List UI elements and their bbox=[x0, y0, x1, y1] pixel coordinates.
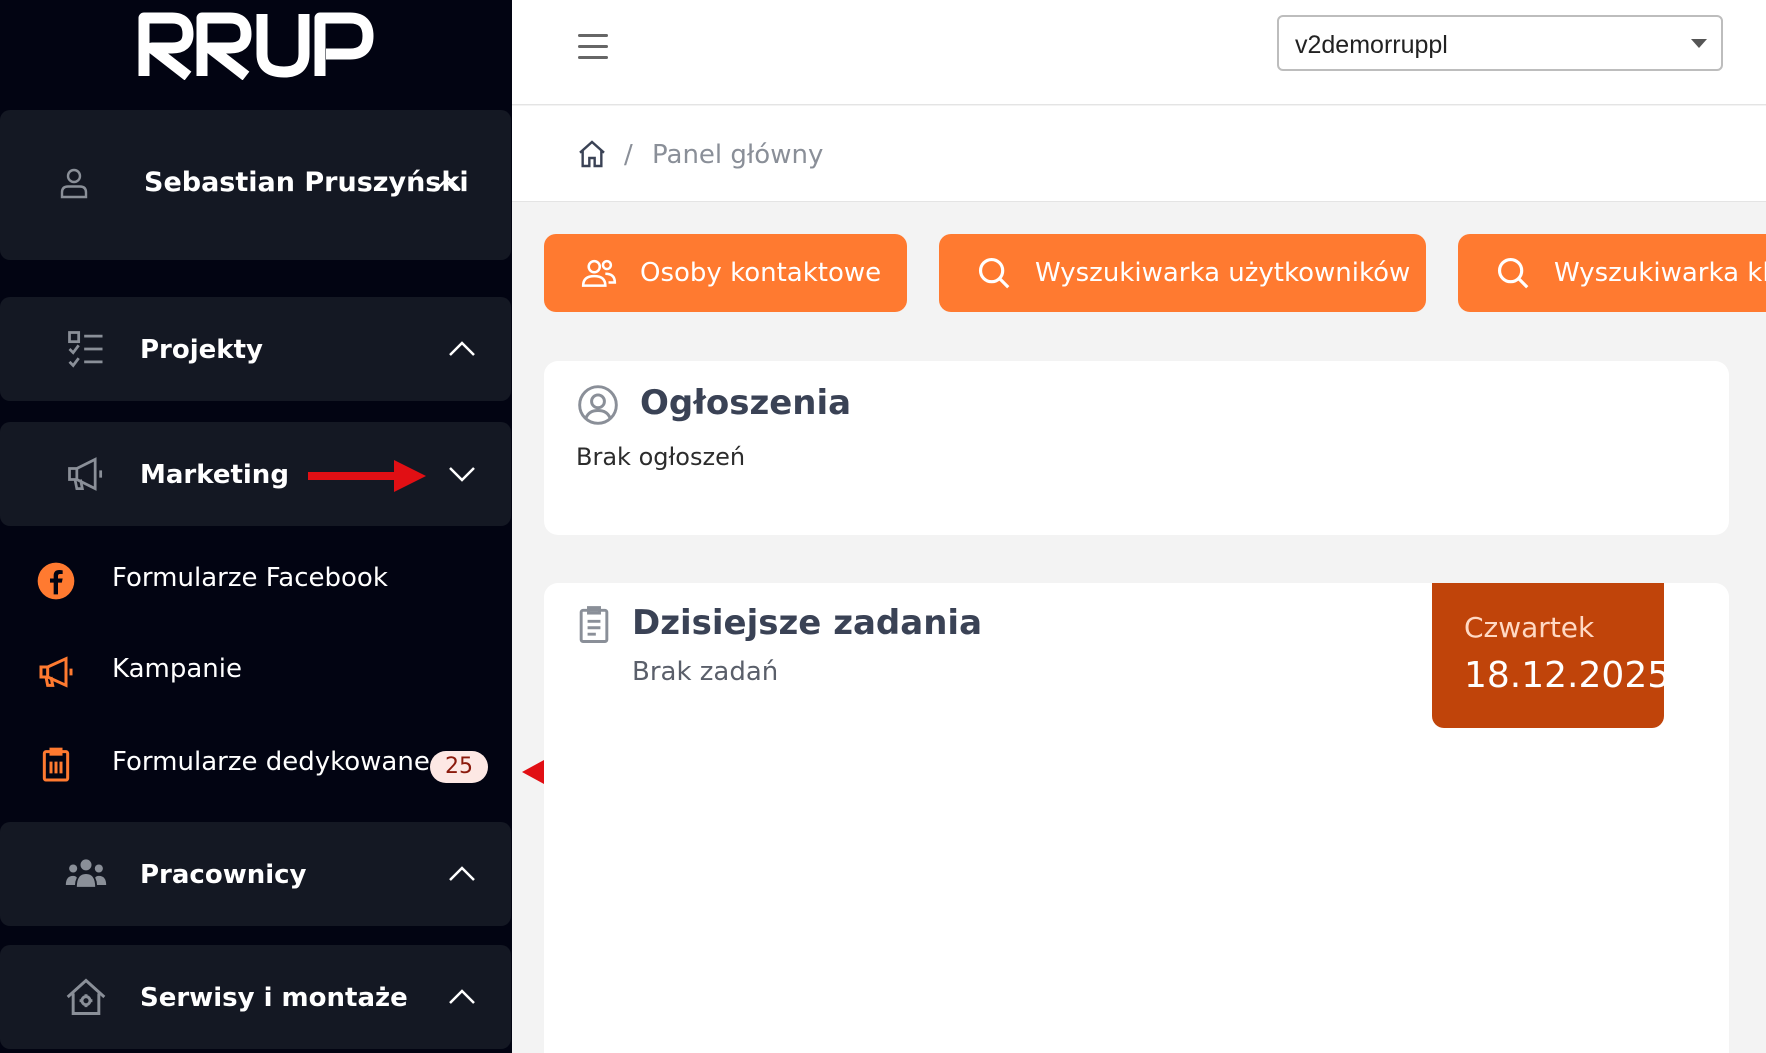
announcements-empty-text: Brak ogłoszeń bbox=[576, 443, 746, 471]
user-panel[interactable]: Sebastian Pruszyński bbox=[0, 110, 511, 260]
sidebar-item-label: Kampanie bbox=[112, 654, 242, 684]
tasks-title: Dzisiejsze zadania bbox=[632, 603, 983, 643]
tasks-card: Dzisiejsze zadania Brak zadań Czwartek 1… bbox=[544, 583, 1729, 1053]
hamburger-menu-icon[interactable] bbox=[578, 34, 608, 64]
contacts-button-label: Osoby kontaktowe bbox=[640, 258, 882, 288]
count-badge: 25 bbox=[430, 751, 488, 783]
sidebar-item-label: Formularze dedykowane bbox=[112, 747, 430, 777]
account-select[interactable]: v2demorruppl bbox=[1277, 15, 1723, 71]
sidebar: Sebastian Pruszyński Projekty Marketing … bbox=[0, 0, 512, 1053]
announcements-card: Ogłoszenia Brak ogłoszeń bbox=[544, 361, 1729, 535]
tasks-empty-text: Brak zadań bbox=[632, 657, 779, 687]
chevron-up-icon[interactable] bbox=[447, 987, 477, 1007]
contacts-button[interactable]: Osoby kontaktowe bbox=[544, 234, 907, 312]
users-icon bbox=[581, 259, 617, 287]
chevron-up-icon[interactable] bbox=[433, 174, 463, 194]
team-icon bbox=[65, 859, 107, 887]
clipboard-icon bbox=[42, 747, 70, 782]
megaphone-icon bbox=[39, 656, 73, 688]
sidebar-section-label: Serwisy i montaże bbox=[140, 983, 408, 1013]
search-icon bbox=[978, 257, 1010, 289]
megaphone-icon bbox=[68, 457, 103, 491]
sidebar-section-marketing[interactable]: Marketing bbox=[0, 422, 511, 526]
user-name: Sebastian Pruszyński bbox=[144, 167, 469, 198]
date-value: 18.12.2025 bbox=[1464, 655, 1671, 696]
dropdown-caret-icon bbox=[1691, 39, 1707, 48]
user-search-button[interactable]: Wyszukiwarka użytkowników bbox=[939, 234, 1426, 312]
chevron-up-icon[interactable] bbox=[447, 864, 477, 884]
search-icon bbox=[1497, 257, 1529, 289]
breadcrumb-current: Panel główny bbox=[652, 140, 824, 170]
chevron-up-icon[interactable] bbox=[447, 339, 477, 359]
sidebar-section-serwisy[interactable]: Serwisy i montaże bbox=[0, 945, 511, 1049]
client-search-button[interactable]: Wyszukiwarka klientów bbox=[1458, 234, 1766, 312]
home-gear-icon bbox=[66, 978, 106, 1015]
sidebar-section-label: Projekty bbox=[140, 335, 263, 365]
account-select-value: v2demorruppl bbox=[1295, 31, 1448, 59]
sidebar-section-label: Marketing bbox=[140, 460, 289, 490]
client-search-button-label: Wyszukiwarka klientów bbox=[1554, 258, 1766, 288]
sidebar-section-pracownicy[interactable]: Pracownicy bbox=[0, 822, 511, 926]
user-circle-icon bbox=[578, 385, 618, 425]
breadcrumb: / Panel główny bbox=[512, 106, 1766, 202]
user-icon bbox=[60, 168, 88, 199]
chevron-down-icon[interactable] bbox=[447, 464, 477, 484]
breadcrumb-separator: / bbox=[624, 140, 633, 170]
date-badge: Czwartek 18.12.2025 bbox=[1432, 583, 1670, 728]
user-search-button-label: Wyszukiwarka użytkowników bbox=[1035, 258, 1411, 288]
annotation-arrow-right bbox=[308, 460, 426, 492]
sidebar-section-label: Pracownicy bbox=[140, 860, 307, 890]
announcements-title: Ogłoszenia bbox=[640, 383, 852, 423]
facebook-icon bbox=[37, 562, 75, 600]
task-list-icon bbox=[68, 331, 103, 368]
sidebar-item-formularze-facebook[interactable]: Formularze Facebook bbox=[0, 543, 511, 613]
home-icon[interactable] bbox=[576, 138, 608, 170]
clipboard-icon bbox=[579, 606, 609, 643]
sidebar-item-formularze-dedykowane[interactable]: Formularze dedykowane 25 bbox=[0, 727, 511, 797]
date-weekday: Czwartek bbox=[1464, 611, 1595, 644]
sidebar-item-kampanie[interactable]: Kampanie bbox=[0, 634, 511, 704]
sidebar-section-projekty[interactable]: Projekty bbox=[0, 297, 511, 401]
topbar: v2demorruppl bbox=[512, 0, 1766, 105]
rrup-logo[interactable] bbox=[138, 8, 374, 81]
sidebar-item-label: Formularze Facebook bbox=[112, 563, 388, 593]
